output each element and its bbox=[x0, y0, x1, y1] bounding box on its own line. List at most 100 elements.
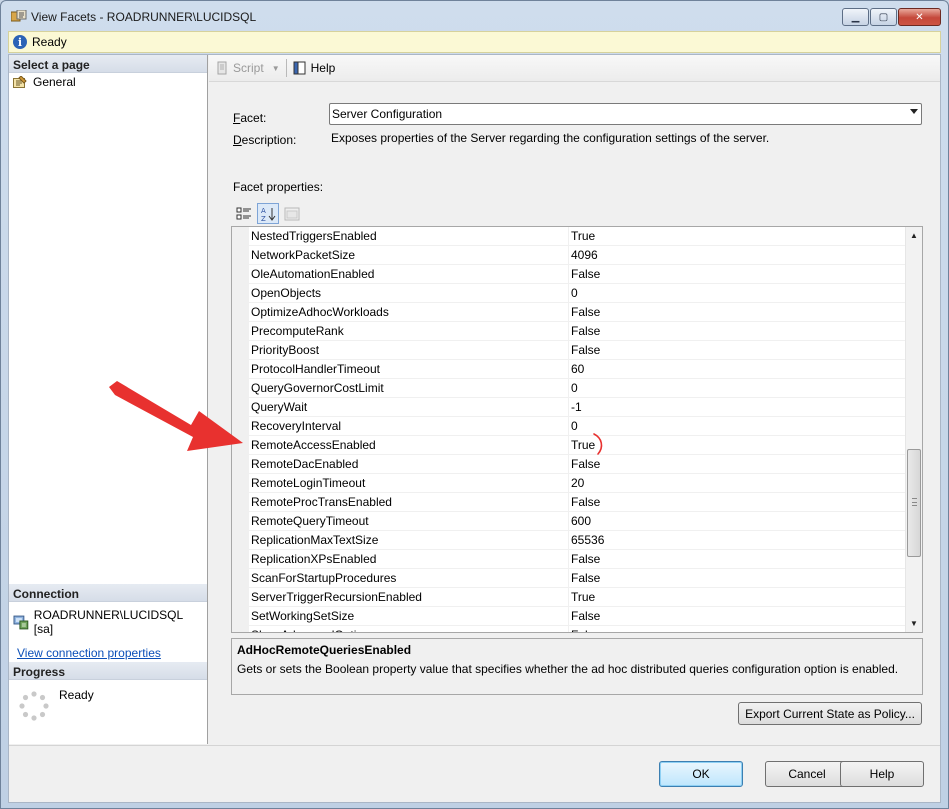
property-row[interactable]: OptimizeAdhocWorkloads False bbox=[232, 303, 905, 322]
property-value[interactable]: 60 bbox=[569, 360, 905, 379]
property-row[interactable]: PrecomputeRank False bbox=[232, 322, 905, 341]
sort-az-icon: A Z bbox=[261, 207, 276, 222]
property-value[interactable]: 0 bbox=[569, 417, 905, 436]
property-row[interactable]: PriorityBoost False bbox=[232, 341, 905, 360]
property-value[interactable]: True bbox=[569, 588, 905, 607]
property-name: QueryGovernorCostLimit bbox=[249, 379, 569, 398]
property-value[interactable]: 600 bbox=[569, 512, 905, 531]
help-panel-text: Gets or sets the Boolean property value … bbox=[237, 662, 899, 676]
property-value[interactable]: True bbox=[569, 227, 905, 246]
property-row-gutter bbox=[232, 398, 249, 417]
property-row[interactable]: QueryWait -1 bbox=[232, 398, 905, 417]
help-toolbar-button[interactable]: Help bbox=[289, 57, 340, 79]
close-button[interactable]: ✕ bbox=[898, 8, 941, 26]
property-value[interactable]: False bbox=[569, 341, 905, 360]
status-bar: i Ready bbox=[8, 31, 941, 53]
property-value[interactable]: 0 bbox=[569, 284, 905, 303]
property-value[interactable]: False bbox=[569, 322, 905, 341]
property-row[interactable]: ProtocolHandlerTimeout 60 bbox=[232, 360, 905, 379]
property-name: RemoteQueryTimeout bbox=[249, 512, 569, 531]
property-name: RemoteProcTransEnabled bbox=[249, 493, 569, 512]
property-name: PrecomputeRank bbox=[249, 322, 569, 341]
property-row[interactable]: OleAutomationEnabled False bbox=[232, 265, 905, 284]
categorized-button[interactable] bbox=[233, 203, 255, 224]
export-policy-label: Export Current State as Policy... bbox=[745, 706, 915, 721]
description-label: Description: bbox=[233, 133, 297, 147]
property-row[interactable]: ServerTriggerRecursionEnabled True bbox=[232, 588, 905, 607]
status-text: Ready bbox=[32, 35, 67, 49]
property-name: ReplicationXPsEnabled bbox=[249, 550, 569, 569]
ok-label: OK bbox=[692, 767, 710, 781]
property-row[interactable]: ScanForStartupProcedures False bbox=[232, 569, 905, 588]
property-name: ServerTriggerRecursionEnabled bbox=[249, 588, 569, 607]
view-connection-properties-link[interactable]: View connection properties bbox=[9, 636, 207, 660]
minimize-icon: ▁ bbox=[851, 11, 860, 23]
property-name: SetWorkingSetSize bbox=[249, 607, 569, 626]
maximize-button[interactable]: ▢ bbox=[870, 8, 897, 26]
property-row-gutter bbox=[232, 284, 249, 303]
property-value[interactable]: 20 bbox=[569, 474, 905, 493]
connection-section: Connection ROADRUNNER\LUCIDSQL [sa] View… bbox=[9, 584, 207, 660]
property-value[interactable]: 0 bbox=[569, 379, 905, 398]
svg-text:Z: Z bbox=[261, 215, 266, 222]
property-row[interactable]: SetWorkingSetSize False bbox=[232, 607, 905, 626]
facet-label: Facet: bbox=[233, 111, 267, 125]
info-icon: i bbox=[13, 35, 27, 49]
property-value[interactable]: 4096 bbox=[569, 246, 905, 265]
property-row[interactable]: RemoteLoginTimeout 20 bbox=[232, 474, 905, 493]
property-value[interactable]: False bbox=[569, 493, 905, 512]
property-row[interactable]: ShowAdvancedOptionsFalse bbox=[232, 626, 905, 632]
page-icon bbox=[13, 75, 27, 88]
property-value[interactable]: False bbox=[569, 607, 905, 626]
view-facets-window: View Facets - ROADRUNNER\LUCIDSQL ▁ ▢ ✕ … bbox=[0, 0, 949, 809]
property-pages-button[interactable] bbox=[281, 203, 303, 224]
ok-button[interactable]: OK bbox=[659, 761, 743, 787]
property-pages-icon bbox=[284, 207, 300, 220]
scroll-up-icon[interactable]: ▲ bbox=[906, 227, 922, 244]
property-row[interactable]: ReplicationXPsEnabled False bbox=[232, 550, 905, 569]
property-value[interactable]: False bbox=[569, 303, 905, 322]
property-value[interactable]: True bbox=[569, 436, 905, 455]
property-value[interactable]: -1 bbox=[569, 398, 905, 417]
property-row[interactable]: RecoveryInterval 0 bbox=[232, 417, 905, 436]
property-row[interactable]: RemoteAccessEnabled True bbox=[232, 436, 905, 455]
scroll-down-icon[interactable]: ▼ bbox=[906, 615, 922, 632]
property-row-gutter bbox=[232, 227, 249, 246]
property-row[interactable]: RemoteQueryTimeout 600 bbox=[232, 512, 905, 531]
property-value[interactable]: False bbox=[569, 455, 905, 474]
property-row-gutter bbox=[232, 626, 249, 632]
cancel-button[interactable]: Cancel bbox=[765, 761, 849, 787]
property-row[interactable]: RemoteProcTransEnabled False bbox=[232, 493, 905, 512]
title-bar[interactable]: View Facets - ROADRUNNER\LUCIDSQL ▁ ▢ ✕ bbox=[1, 1, 948, 31]
facet-combobox[interactable]: Server Configuration bbox=[329, 103, 922, 125]
property-row[interactable]: QueryGovernorCostLimit 0 bbox=[232, 379, 905, 398]
property-value[interactable]: False bbox=[569, 626, 905, 632]
property-value[interactable]: 65536 bbox=[569, 531, 905, 550]
property-row[interactable]: ReplicationMaxTextSize 65536 bbox=[232, 531, 905, 550]
dialog-footer: OK Cancel Help bbox=[9, 745, 940, 802]
alphabetical-button[interactable]: A Z bbox=[257, 203, 279, 224]
property-row[interactable]: NetworkPacketSize 4096 bbox=[232, 246, 905, 265]
property-value[interactable]: False bbox=[569, 550, 905, 569]
property-row[interactable]: RemoteDacEnabled False bbox=[232, 455, 905, 474]
minimize-button[interactable]: ▁ bbox=[842, 8, 869, 26]
property-row[interactable]: OpenObjects 0 bbox=[232, 284, 905, 303]
help-button[interactable]: Help bbox=[840, 761, 924, 787]
chevron-down-icon: ▼ bbox=[271, 63, 280, 73]
property-row-gutter bbox=[232, 474, 249, 493]
script-button[interactable]: Script ▼ bbox=[211, 57, 284, 79]
property-grid-scrollbar[interactable]: ▲ ▼ bbox=[905, 227, 922, 632]
property-value[interactable]: False bbox=[569, 569, 905, 588]
property-row[interactable]: NestedTriggersEnabled True bbox=[232, 227, 905, 246]
property-name: ScanForStartupProcedures bbox=[249, 569, 569, 588]
scrollbar-thumb[interactable] bbox=[907, 449, 921, 557]
property-value[interactable]: False bbox=[569, 265, 905, 284]
connection-header: Connection bbox=[9, 584, 207, 602]
script-icon bbox=[217, 61, 227, 75]
export-policy-button[interactable]: Export Current State as Policy... bbox=[738, 702, 922, 725]
categorized-icon bbox=[236, 207, 251, 219]
property-name: ReplicationMaxTextSize bbox=[249, 531, 569, 550]
property-name: QueryWait bbox=[249, 398, 569, 417]
page-item-general[interactable]: General bbox=[9, 73, 207, 91]
property-row-gutter bbox=[232, 531, 249, 550]
